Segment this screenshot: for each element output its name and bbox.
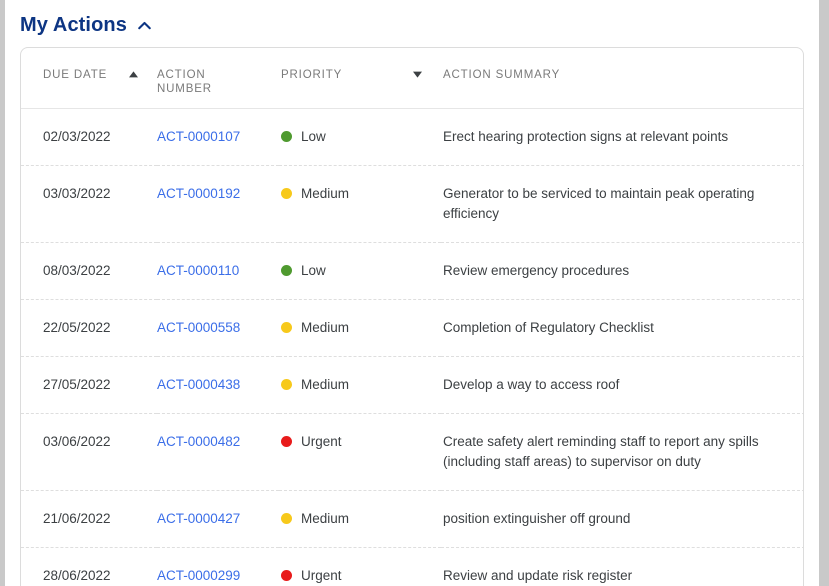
cell-action-number: ACT-0000438 (157, 356, 279, 414)
action-number-link[interactable]: ACT-0000192 (157, 186, 240, 201)
cell-action-summary: Completion of Regulatory Checklist (441, 299, 803, 357)
column-header-due-date[interactable]: DUE DATE (21, 48, 157, 109)
cell-action-summary: Generator to be serviced to maintain pea… (441, 165, 803, 243)
priority-label: Urgent (301, 567, 342, 583)
action-number-link[interactable]: ACT-0000427 (157, 511, 240, 526)
column-header-action-number-label: ACTION NUMBER (157, 69, 212, 95)
cell-due-date: 03/06/2022 (21, 413, 157, 491)
cell-action-summary: position extinguisher off ground (441, 490, 803, 548)
column-header-priority[interactable]: PRIORITY (279, 48, 441, 109)
priority-indicator: Medium (281, 184, 441, 204)
cell-action-number: ACT-0000427 (157, 490, 279, 548)
priority-label: Medium (301, 185, 350, 201)
action-number-link[interactable]: ACT-0000438 (157, 377, 240, 392)
priority-indicator: Medium (281, 318, 441, 338)
cell-action-number: ACT-0000110 (157, 242, 279, 300)
page-title: My Actions (20, 13, 127, 36)
priority-indicator: Low (281, 127, 441, 147)
actions-table: DUE DATE ACTION NUMBER PRIORITY ACTION S… (21, 48, 803, 586)
priority-indicator: Medium (281, 509, 441, 529)
cell-action-summary: Review and update risk register (441, 547, 803, 586)
cell-action-number: ACT-0000558 (157, 299, 279, 357)
cell-due-date: 03/03/2022 (21, 165, 157, 243)
priority-dot-icon (281, 188, 292, 199)
priority-indicator: Urgent (281, 432, 441, 452)
cell-action-number: ACT-0000107 (157, 108, 279, 166)
action-number-link[interactable]: ACT-0000558 (157, 320, 240, 335)
priority-label: Urgent (301, 433, 342, 449)
cell-priority: Medium (279, 299, 441, 357)
actions-card: DUE DATE ACTION NUMBER PRIORITY ACTION S… (20, 47, 804, 586)
cell-priority: Urgent (279, 413, 441, 491)
priority-label: Low (301, 128, 326, 144)
cell-due-date: 02/03/2022 (21, 108, 157, 166)
action-number-link[interactable]: ACT-0000110 (157, 263, 239, 278)
cell-due-date: 27/05/2022 (21, 356, 157, 414)
cell-due-date: 28/06/2022 (21, 547, 157, 586)
table-row[interactable]: 27/05/2022 ACT-0000438 Medium Develop a way… (21, 356, 803, 414)
cell-priority: Medium (279, 165, 441, 243)
table-row[interactable]: 22/05/2022 ACT-0000558 Medium Completion of… (21, 299, 803, 357)
cell-action-number: ACT-0000299 (157, 547, 279, 586)
priority-label: Medium (301, 510, 350, 526)
column-header-priority-label: PRIORITY (281, 69, 343, 81)
widget-header: My Actions (5, 0, 819, 40)
table-row[interactable]: 28/06/2022 ACT-0000299 Urgent Review and up… (21, 547, 803, 586)
cell-action-summary: Review emergency procedures (441, 242, 803, 300)
priority-indicator: Urgent (281, 566, 441, 586)
sort-descending-icon[interactable] (412, 70, 423, 79)
content-panel: My Actions DUE DATE ACTION NUMBER PRIORI… (5, 0, 819, 586)
table-body: 02/03/2022 ACT-0000107 Low Erect hearing pr… (21, 108, 803, 586)
cell-due-date: 08/03/2022 (21, 242, 157, 300)
table-header-row: DUE DATE ACTION NUMBER PRIORITY ACTION S… (21, 48, 803, 109)
table-row[interactable]: 02/03/2022 ACT-0000107 Low Erect hearing pr… (21, 108, 803, 166)
chevron-up-icon[interactable] (136, 17, 153, 34)
column-header-action-summary[interactable]: ACTION SUMMARY (441, 48, 803, 109)
column-header-action-summary-label: ACTION SUMMARY (443, 69, 561, 81)
priority-label: Low (301, 262, 326, 278)
column-header-action-number[interactable]: ACTION NUMBER (157, 48, 279, 109)
cell-due-date: 22/05/2022 (21, 299, 157, 357)
cell-action-number: ACT-0000482 (157, 413, 279, 491)
column-header-due-date-label: DUE DATE (43, 69, 108, 81)
priority-dot-icon (281, 513, 292, 524)
cell-action-summary: Erect hearing protection signs at releva… (441, 108, 803, 166)
action-number-link[interactable]: ACT-0000482 (157, 434, 240, 449)
priority-dot-icon (281, 131, 292, 142)
action-number-link[interactable]: ACT-0000107 (157, 129, 240, 144)
priority-label: Medium (301, 376, 350, 392)
priority-indicator: Low (281, 261, 441, 281)
table-row[interactable]: 21/06/2022 ACT-0000427 Medium position exti… (21, 490, 803, 548)
cell-priority: Medium (279, 356, 441, 414)
cell-priority: Low (279, 242, 441, 300)
cell-priority: Urgent (279, 547, 441, 586)
table-row[interactable]: 03/03/2022 ACT-0000192 Medium Generator to … (21, 165, 803, 243)
priority-dot-icon (281, 322, 292, 333)
cell-action-summary: Develop a way to access roof (441, 356, 803, 414)
priority-dot-icon (281, 436, 292, 447)
action-number-link[interactable]: ACT-0000299 (157, 568, 240, 583)
app-viewport: My Actions DUE DATE ACTION NUMBER PRIORI… (0, 0, 829, 586)
cell-priority: Medium (279, 490, 441, 548)
priority-dot-icon (281, 379, 292, 390)
cell-action-summary: Create safety alert reminding staff to r… (441, 413, 803, 491)
cell-due-date: 21/06/2022 (21, 490, 157, 548)
priority-indicator: Medium (281, 375, 441, 395)
cell-action-number: ACT-0000192 (157, 165, 279, 243)
cell-priority: Low (279, 108, 441, 166)
priority-dot-icon (281, 265, 292, 276)
priority-dot-icon (281, 570, 292, 581)
table-row[interactable]: 08/03/2022 ACT-0000110 Low Review emergency… (21, 242, 803, 300)
table-row[interactable]: 03/06/2022 ACT-0000482 Urgent Create safety… (21, 413, 803, 491)
table-head: DUE DATE ACTION NUMBER PRIORITY ACTION S… (21, 48, 803, 109)
priority-label: Medium (301, 319, 350, 335)
sort-ascending-icon[interactable] (128, 70, 139, 79)
